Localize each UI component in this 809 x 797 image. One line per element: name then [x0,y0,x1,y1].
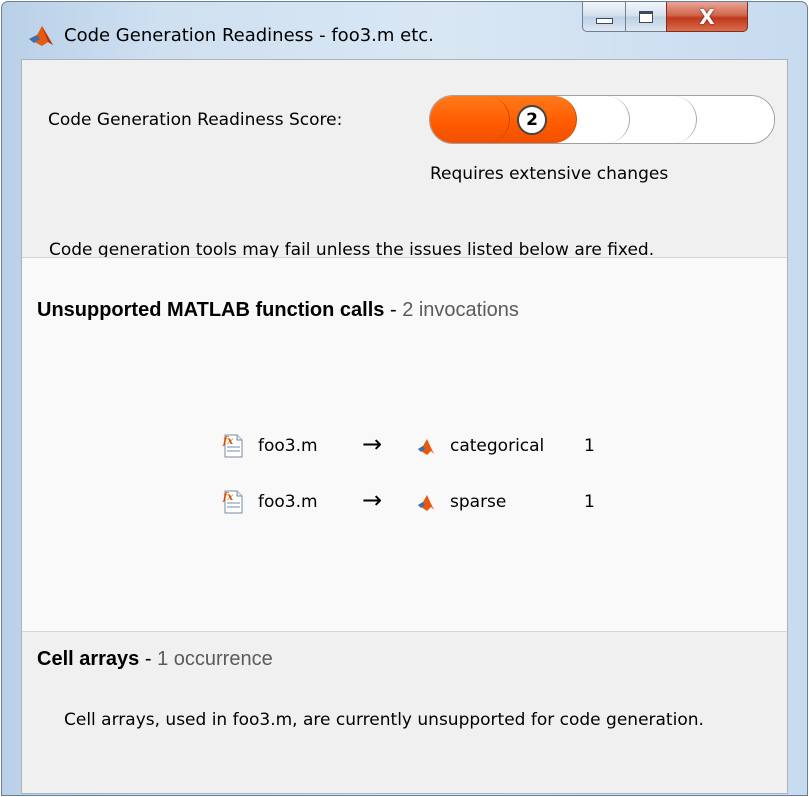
function-link[interactable]: categorical [450,436,544,456]
cell-arrays-separator: - [139,648,158,670]
report-body: Code Generation Readiness Score: 2 Requi… [21,59,788,794]
window-title: Code Generation Readiness - foo3.m etc. [64,25,434,46]
cell-arrays-count: 1 occurrence [157,648,273,670]
close-icon: X [699,4,715,29]
minimize-icon [595,17,613,24]
cell-arrays-description: Cell arrays, used in foo3.m, are current… [64,710,704,730]
arrow-icon: → [362,430,383,458]
file-link[interactable]: foo3.m [258,436,318,456]
score-description: Requires extensive changes [430,164,669,184]
score-segment-1 [430,96,510,143]
section-separator: - [384,299,403,321]
minimize-button[interactable] [582,2,626,32]
maximize-icon [639,10,653,23]
close-button[interactable]: X [666,2,748,32]
readiness-score-meter: 2 [429,95,775,144]
section-title: Unsupported MATLAB function calls [37,299,385,321]
score-value: 2 [517,105,547,135]
arrow-icon: → [362,486,383,514]
score-segment-5 [684,96,774,143]
matlab-function-icon [418,439,434,455]
unsupported-calls-section: Unsupported MATLAB function calls - 2 in… [22,257,787,632]
function-link[interactable]: sparse [450,492,506,512]
call-count: 1 [584,436,595,456]
file-link[interactable]: foo3.m [258,492,318,512]
score-label: Code Generation Readiness Score: [48,110,343,130]
svg-text:fx: fx [222,436,234,447]
cell-arrays-heading: Cell arrays - 1 occurrence [37,648,273,671]
title-bar[interactable]: Code Generation Readiness - foo3.m etc. … [2,2,807,46]
readiness-window: Code Generation Readiness - foo3.m etc. … [1,1,808,796]
section-heading: Unsupported MATLAB function calls - 2 in… [37,299,519,322]
call-count: 1 [584,492,595,512]
function-file-icon: fx [222,434,243,458]
section-count: 2 invocations [402,299,519,321]
matlab-icon [29,26,53,46]
function-file-icon: fx [222,490,243,514]
call-row[interactable]: fx foo3.m → sparse 1 [222,486,642,518]
cell-arrays-title: Cell arrays [37,648,140,670]
maximize-button[interactable] [625,2,667,32]
matlab-function-icon [418,495,434,511]
call-row[interactable]: fx foo3.m → categorical 1 [222,430,642,462]
svg-text:fx: fx [222,492,234,503]
